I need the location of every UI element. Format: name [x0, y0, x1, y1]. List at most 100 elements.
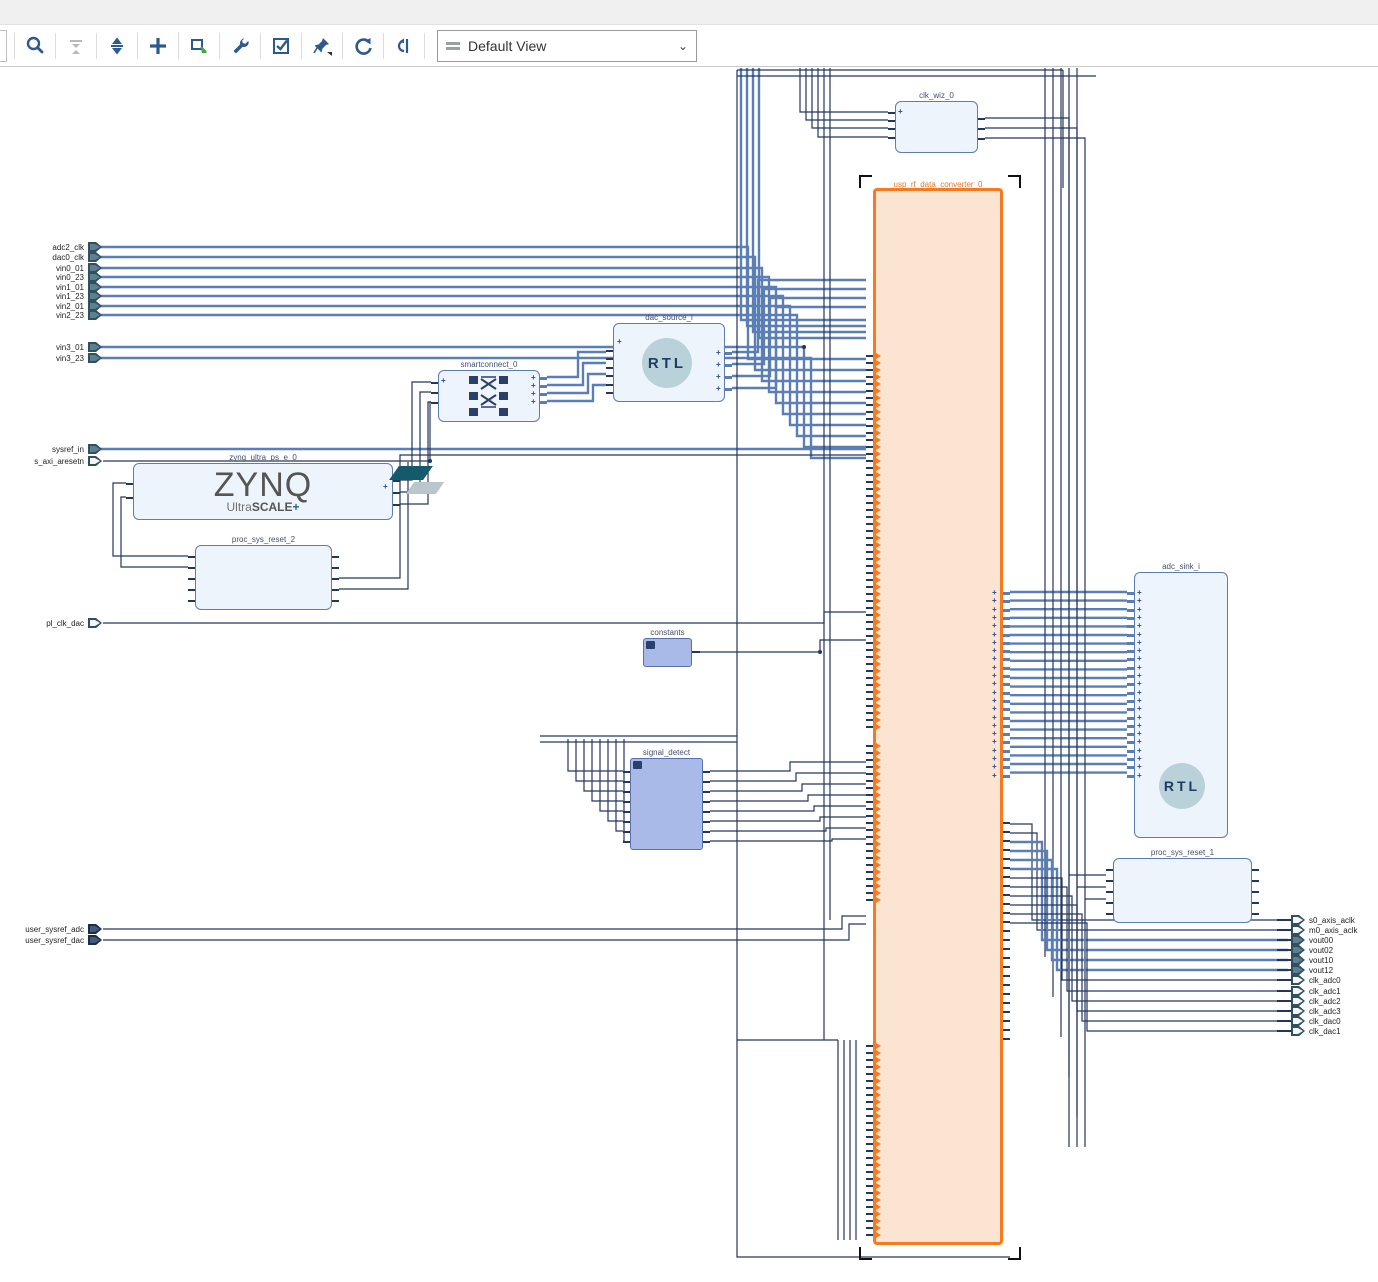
block-pin[interactable] [1003, 717, 1010, 720]
block-pin[interactable] [866, 425, 873, 427]
block-pin[interactable] [866, 1080, 873, 1082]
block-pin[interactable] [725, 364, 732, 367]
interface-pin-expand[interactable]: + [992, 656, 997, 662]
block-pin[interactable] [866, 1066, 873, 1068]
block-pin[interactable] [866, 752, 873, 754]
block-pin[interactable] [866, 376, 873, 378]
block-pin[interactable] [1127, 741, 1134, 744]
block-pin[interactable] [332, 567, 339, 569]
block-pin[interactable] [1277, 959, 1291, 961]
block-pin[interactable] [1003, 625, 1010, 628]
block-pin[interactable] [866, 544, 873, 546]
block-pin[interactable] [725, 388, 732, 391]
wire[interactable] [103, 916, 866, 929]
block-pin[interactable] [1127, 650, 1134, 653]
block-pin[interactable] [866, 404, 873, 406]
block-pin[interactable] [1003, 766, 1010, 769]
interface-pin-expand[interactable]: + [992, 690, 997, 696]
wire[interactable] [103, 612, 866, 623]
block-pin[interactable] [606, 358, 613, 360]
interface-pin-expand[interactable]: + [1137, 715, 1142, 721]
block-pin[interactable] [188, 556, 195, 558]
regenerate-layout-icon[interactable] [347, 30, 379, 62]
block-pin[interactable] [703, 841, 710, 843]
wire[interactable] [818, 68, 888, 137]
interface-pin-expand[interactable]: + [531, 399, 536, 405]
block-pin[interactable] [540, 377, 547, 380]
interface-pin-expand[interactable]: + [1137, 706, 1142, 712]
block-pin[interactable] [623, 831, 630, 833]
output-port-clk_adc2[interactable]: clk_adc2 [1291, 996, 1305, 1006]
interface-pin-expand[interactable]: + [1137, 648, 1142, 654]
interface-pin-expand[interactable]: + [441, 378, 446, 384]
interface-pin-expand[interactable]: + [1137, 690, 1142, 696]
block-pin[interactable] [866, 1213, 873, 1215]
output-port-clk_adc1[interactable]: clk_adc1 [1291, 986, 1305, 996]
block-pin[interactable] [1003, 1020, 1010, 1022]
block-pin[interactable] [1003, 708, 1010, 711]
wire[interactable] [710, 773, 866, 781]
block-proc-sys-reset-2[interactable]: proc_sys_reset_2 [195, 545, 332, 610]
output-port-vout10[interactable]: vout10 [1291, 955, 1305, 965]
block-pin[interactable] [1003, 1029, 1010, 1031]
block-pin[interactable] [866, 899, 873, 901]
block-pin[interactable] [978, 118, 985, 120]
selection-handle[interactable] [859, 175, 872, 188]
block-pin[interactable] [1003, 966, 1010, 968]
interface-pin-expand[interactable]: + [992, 773, 997, 779]
input-port-s_axi_aresetn[interactable]: s_axi_aresetn [88, 456, 102, 466]
interface-pin-expand[interactable]: + [992, 648, 997, 654]
block-pin[interactable] [1003, 775, 1010, 778]
block-pin[interactable] [540, 393, 547, 396]
block-pin[interactable] [1277, 990, 1291, 992]
block-pin[interactable] [866, 691, 873, 693]
block-pin[interactable] [866, 565, 873, 567]
interface-pin-expand[interactable]: + [716, 362, 721, 368]
expand-levels-icon[interactable] [101, 30, 133, 62]
block-pin[interactable] [866, 530, 873, 532]
interface-pin-expand[interactable]: + [992, 598, 997, 604]
block-pin[interactable] [866, 1115, 873, 1117]
block-pin[interactable] [866, 474, 873, 476]
block-pin[interactable] [623, 841, 630, 843]
block-pin[interactable] [1106, 891, 1113, 893]
block-pin[interactable] [1127, 725, 1134, 728]
block-pin[interactable] [866, 1199, 873, 1201]
block-pin[interactable] [703, 831, 710, 833]
block-pin[interactable] [866, 355, 873, 357]
block-pin[interactable] [866, 745, 873, 747]
block-pin[interactable] [332, 578, 339, 580]
block-pin[interactable] [1003, 642, 1010, 645]
output-port-clk_adc3[interactable]: clk_adc3 [1291, 1006, 1305, 1016]
block-pin[interactable] [866, 864, 873, 866]
make-external-icon[interactable] [183, 30, 215, 62]
block-pin[interactable] [1003, 930, 1010, 932]
block-pin[interactable] [866, 843, 873, 845]
block-pin[interactable] [866, 822, 873, 824]
interface-pin-expand[interactable]: + [1137, 623, 1142, 629]
block-pin[interactable] [866, 390, 873, 392]
block-pin[interactable] [1127, 683, 1134, 686]
block-pin[interactable] [866, 670, 873, 672]
block-pin[interactable] [623, 791, 630, 793]
block-pin[interactable] [866, 649, 873, 651]
block-pin[interactable] [1277, 919, 1291, 921]
block-pin[interactable] [1003, 921, 1010, 923]
block-pin[interactable] [393, 492, 400, 494]
interface-pin-expand[interactable]: + [1137, 698, 1142, 704]
block-pin[interactable] [1003, 667, 1010, 670]
block-pin[interactable] [703, 781, 710, 783]
interface-pin-expand[interactable]: + [992, 665, 997, 671]
block-pin[interactable] [866, 551, 873, 553]
block-pin[interactable] [866, 558, 873, 560]
block-pin[interactable] [332, 589, 339, 591]
block-pin[interactable] [540, 385, 547, 388]
block-pin[interactable] [703, 791, 710, 793]
interface-pin-expand[interactable]: + [992, 731, 997, 737]
output-port-vout02[interactable]: vout02 [1291, 945, 1305, 955]
output-port-s0_axis_aclk[interactable]: s0_axis_aclk [1291, 915, 1305, 925]
block-pin[interactable] [866, 432, 873, 434]
block-pin[interactable] [866, 1087, 873, 1089]
pin-icon[interactable] [306, 30, 338, 62]
block-pin[interactable] [866, 815, 873, 817]
